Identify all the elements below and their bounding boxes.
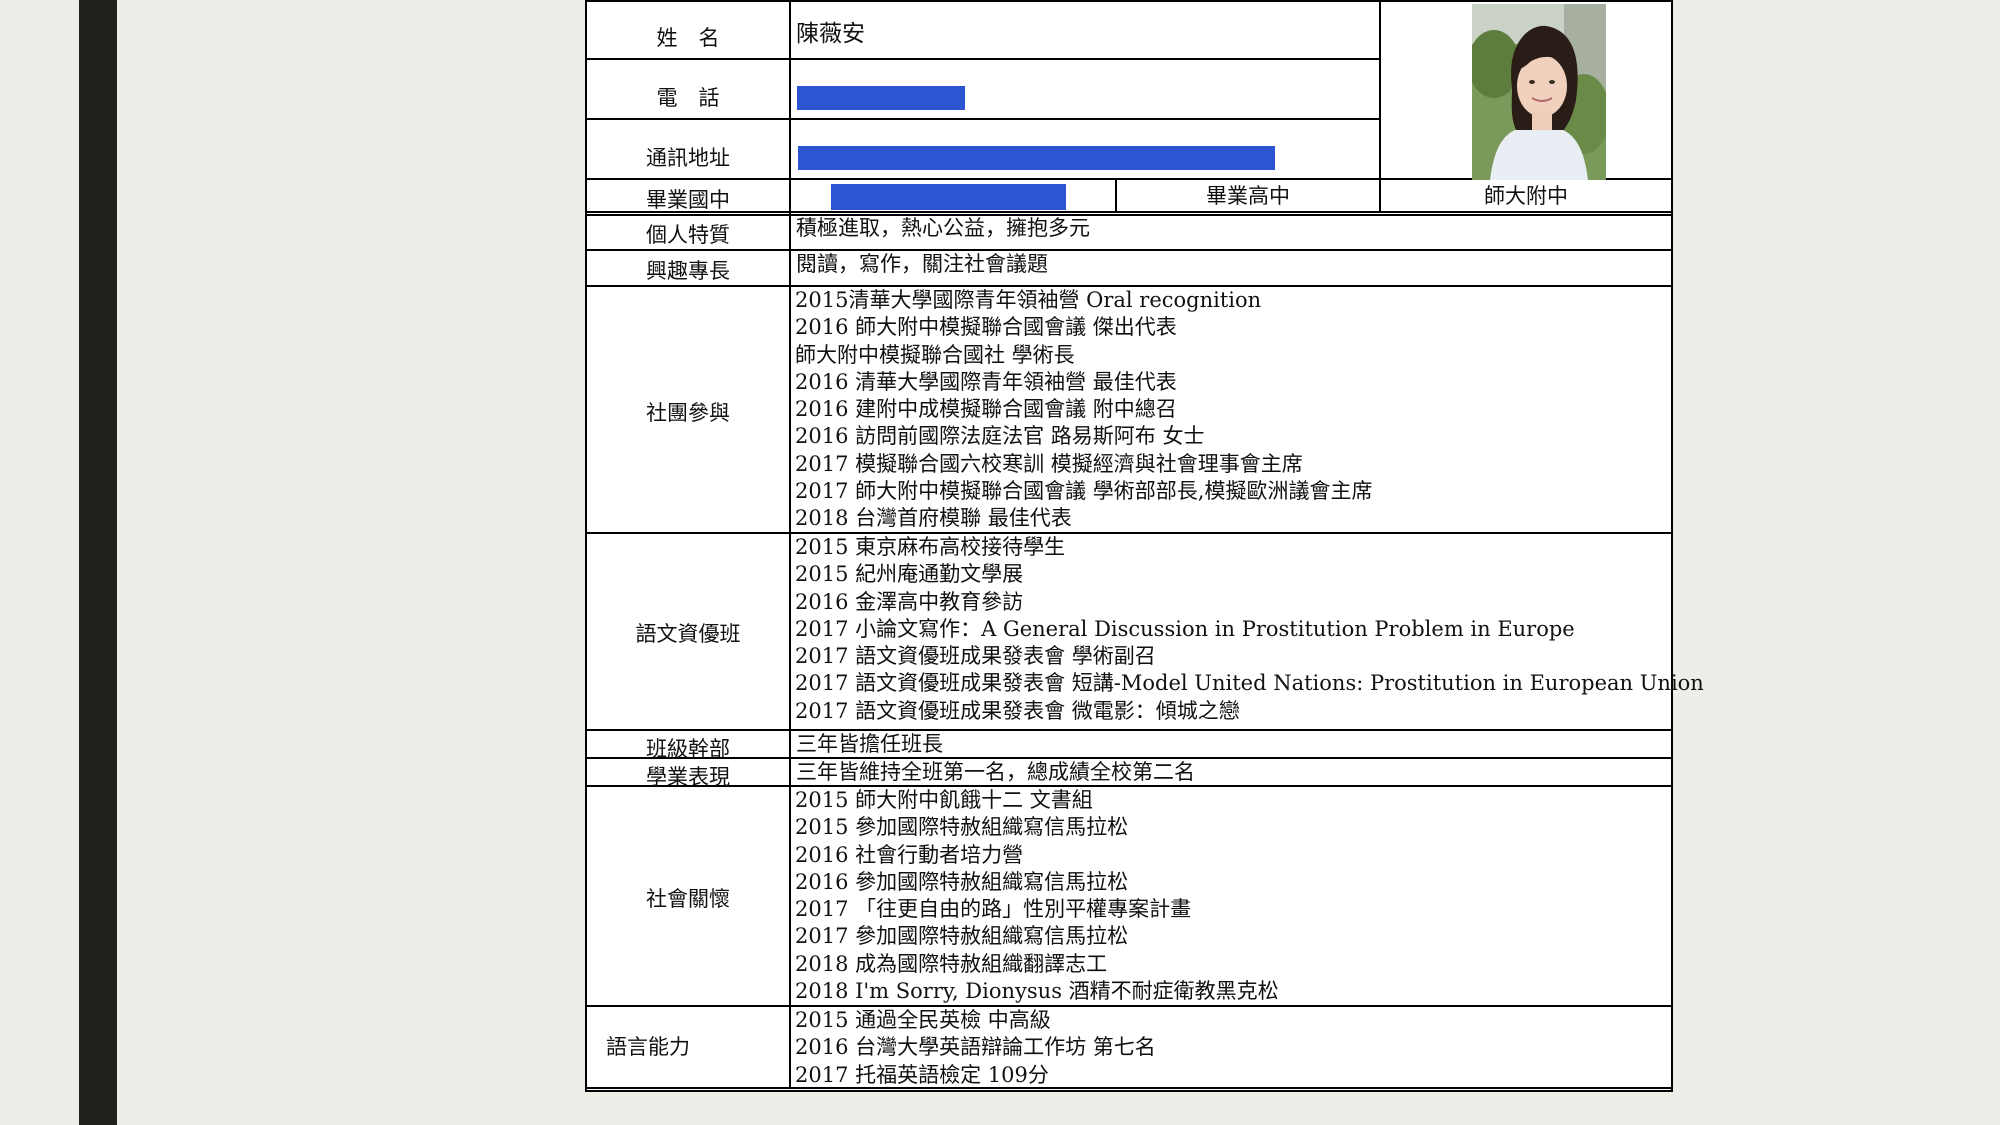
language-ability-label: 語言能力 xyxy=(606,1035,690,1059)
list-item: 2016 清華大學國際青年領袖營 最佳代表 xyxy=(795,369,1177,394)
social-list: 2015 師大附中飢餓十二 文書組 2015 參加國際特赦組織寫信馬拉松 201… xyxy=(795,787,1279,1005)
list-item: 2017 小論文寫作：A General Discussion in Prost… xyxy=(795,616,1575,641)
social-label: 社會關懷 xyxy=(646,887,730,911)
senior-high-value: 師大附中 xyxy=(1484,184,1568,208)
address-label: 通訊地址 xyxy=(646,146,730,170)
phone-redaction xyxy=(797,86,965,110)
language-class-list: 2015 東京麻布高校接待學生 2015 紀州庵通勤文學展 2016 金澤高中教… xyxy=(795,534,1704,725)
list-item: 2015清華大學國際青年領袖營 Oral recognition xyxy=(795,288,1262,312)
list-item: 2018 台灣首府模聯 最佳代表 xyxy=(795,506,1072,531)
column-divider xyxy=(1379,0,1381,212)
list-item: 2016 社會行動者培力營 xyxy=(795,842,1024,867)
interests-label: 興趣專長 xyxy=(646,259,730,283)
traits-value: 積極進取，熱心公益，擁抱多元 xyxy=(796,216,1090,240)
cadre-label: 班級幹部 xyxy=(646,737,730,761)
list-item: 2017 模擬聯合國六校寒訓 模擬經濟與社會理事會主席 xyxy=(795,451,1303,476)
list-item: 2017 「往更自由的路」性別平權專案計畫 xyxy=(795,897,1192,922)
row-divider xyxy=(587,58,1379,60)
list-item: 2018 I'm Sorry, Dionysus 酒精不耐症衛教黑克松 xyxy=(795,979,1279,1004)
resume-table: 姓 名 陳薇安 電 話 通訊地址 畢業國中 畢業高中 師大附中 個人特質 積極進… xyxy=(585,0,1704,1092)
list-item: 2018 成為國際特赦組織翻譯志工 xyxy=(795,951,1108,976)
profile-photo xyxy=(1472,4,1606,180)
junior-high-redaction xyxy=(831,184,1066,210)
row-divider xyxy=(587,214,1671,216)
junior-high-label: 畢業國中 xyxy=(646,188,730,212)
list-item: 2015 師大附中飢餓十二 文書組 xyxy=(795,788,1093,812)
column-divider xyxy=(789,0,791,1088)
address-redaction xyxy=(798,146,1275,170)
list-item: 2015 東京麻布高校接待學生 xyxy=(795,535,1066,559)
list-item: 2016 金澤高中教育參訪 xyxy=(795,589,1024,614)
list-item: 2017 語文資優班成果發表會 微電影：傾城之戀 xyxy=(795,698,1240,723)
interests-value: 閱讀，寫作，關注社會議題 xyxy=(796,252,1048,276)
row-divider xyxy=(587,249,1671,251)
list-item: 2016 參加國際特赦組織寫信馬拉松 xyxy=(795,869,1129,894)
list-item: 2017 參加國際特赦組織寫信馬拉松 xyxy=(795,924,1129,949)
list-item: 2017 語文資優班成果發表會 學術副召 xyxy=(795,644,1156,669)
row-divider xyxy=(587,118,1379,120)
cadre-value: 三年皆擔任班長 xyxy=(796,732,943,756)
list-item: 2017 托福英語檢定 109分 xyxy=(795,1062,1049,1087)
list-item: 師大附中模擬聯合國社 學術長 xyxy=(795,342,1075,367)
list-item: 2015 通過全民英檢 中高級 xyxy=(795,1008,1051,1032)
traits-label: 個人特質 xyxy=(646,223,730,247)
list-item: 2015 參加國際特赦組織寫信馬拉松 xyxy=(795,815,1129,840)
clubs-label: 社團參與 xyxy=(646,401,730,425)
academic-value: 三年皆維持全班第一名，總成績全校第二名 xyxy=(796,760,1195,784)
name-value: 陳薇安 xyxy=(796,21,865,47)
slide-side-bar xyxy=(79,0,117,1125)
list-item: 2017 語文資優班成果發表會 短講-Model United Nations:… xyxy=(795,671,1704,696)
list-item: 2016 師大附中模擬聯合國會議 傑出代表 xyxy=(795,315,1177,340)
list-item: 2017 師大附中模擬聯合國會議 學術部部長,模擬歐洲議會主席 xyxy=(795,479,1373,504)
list-item: 2015 紀州庵通勤文學展 xyxy=(795,562,1024,587)
academic-label: 學業表現 xyxy=(646,765,730,789)
list-item: 2016 建附中成模擬聯合國會議 附中總召 xyxy=(795,397,1177,422)
clubs-list: 2015清華大學國際青年領袖營 Oral recognition 2016 師大… xyxy=(795,287,1372,533)
phone-label: 電 話 xyxy=(656,86,720,110)
name-label: 姓 名 xyxy=(656,26,720,50)
table-border-top xyxy=(587,0,1671,2)
senior-high-label: 畢業高中 xyxy=(1206,184,1290,208)
row-divider xyxy=(587,729,1671,731)
list-item: 2016 訪問前國際法庭法官 路易斯阿布 女士 xyxy=(795,424,1205,449)
list-item: 2016 台灣大學英語辯論工作坊 第七名 xyxy=(795,1035,1156,1060)
language-class-label: 語文資優班 xyxy=(635,622,741,646)
language-ability-list: 2015 通過全民英檢 中高級 2016 台灣大學英語辯論工作坊 第七名 201… xyxy=(795,1007,1156,1089)
